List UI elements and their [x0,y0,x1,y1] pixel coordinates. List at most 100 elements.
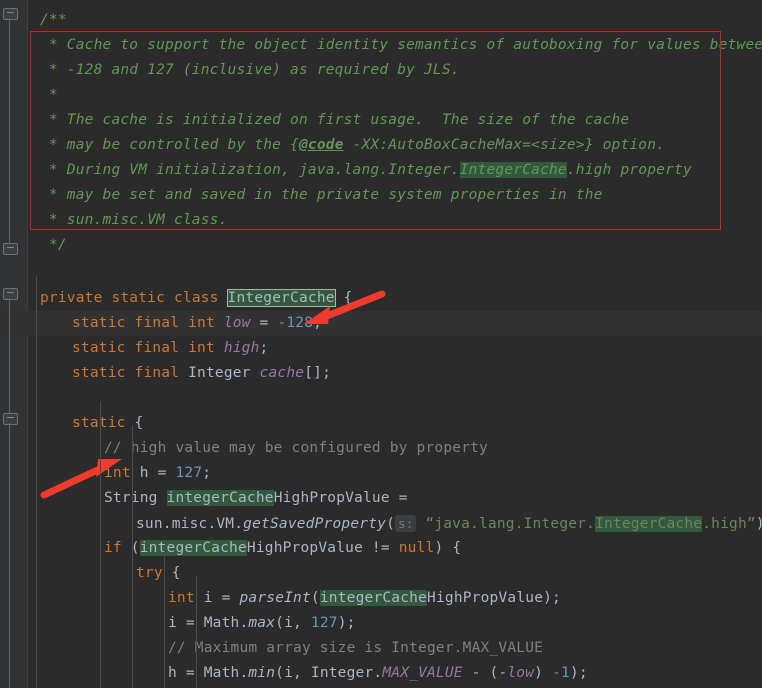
code-line[interactable]: private static class IntegerCache { [40,286,353,311]
indent-guide-2 [132,426,133,688]
code-line[interactable]: try { [136,561,181,586]
code-token: null [398,540,435,556]
code-token: static final int [72,340,224,356]
code-token: ) { [434,540,462,556]
code-line[interactable]: static final int high; [72,336,268,361]
code-token: int [168,590,204,606]
code-token: (i, Integer. [275,665,383,681]
code-token: * may be controlled by the { [40,137,299,153]
code-line[interactable]: * During VM initialization, java.lang.In… [40,158,692,183]
code-token: static final [72,365,189,381]
code-token: “java.lang.Integer. [416,516,596,532]
code-token: // Maximum array size is Integer.MAX_VAL… [168,640,544,656]
code-token: (i, [275,615,311,631]
code-line[interactable]: * may be set and saved in the private sy… [40,183,603,208]
code-token: * [40,87,58,103]
code-token: private static [40,290,174,306]
code-token: { [134,415,144,431]
code-token: []; [304,365,331,381]
code-line[interactable]: * may be controlled by the {@code -XX:Au… [40,133,665,158]
indent-guide-3 [164,551,165,688]
code-line[interactable]: * [40,83,58,108]
code-token: static final int [72,315,224,331]
code-token: int [104,465,140,481]
code-editor[interactable]: /** * Cache to support the object identi… [0,0,762,688]
code-line[interactable]: * -128 and 127 (inclusive) as required b… [40,58,460,83]
code-token: HighPropValue); [427,590,561,606]
code-token: low [507,665,535,681]
fold-marker-class[interactable]: − [3,242,18,255]
code-token: -128 [277,315,314,331]
code-token: s: [395,515,417,532]
code-line[interactable]: * sun.misc.VM class. [40,208,228,233]
code-line[interactable]: /** [40,8,67,33]
code-token: i = Math. [168,615,249,631]
code-token: .high property [566,162,692,178]
code-line[interactable]: // Maximum array size is Integer.MAX_VAL… [168,636,543,661]
fold-connector-1 [9,298,10,413]
code-token: * The cache is initialized on first usag… [40,112,630,128]
code-token: ) [534,665,553,681]
code-token: ; [202,465,212,481]
code-token: */ [40,237,67,253]
code-line[interactable]: * Cache to support the object identity s… [40,33,762,58]
code-token: if [104,540,131,556]
code-token: cache [259,365,305,381]
code-token: static [72,415,135,431]
code-token: -1 [552,665,570,681]
code-token: = [250,315,278,331]
code-token: getSavedProperty [243,516,387,532]
fold-marker-class-body[interactable]: − [3,287,18,300]
code-line[interactable]: h = Math.min(i, Integer.MAX_VALUE - (-lo… [168,661,588,686]
code-token: ( [310,590,320,606]
code-token: /** [40,12,67,28]
code-token: - (- [462,665,508,681]
code-token: String [104,490,167,506]
code-line[interactable]: static final int low = -128; [72,311,322,336]
indent-guide-0 [36,276,37,688]
code-token: ); [569,665,588,681]
code-line[interactable]: // high value may be configured by prope… [104,436,488,461]
fold-marker-javadoc[interactable]: − [3,7,18,20]
code-token: ( [386,516,395,532]
code-content[interactable]: /** * Cache to support the object identi… [28,0,762,688]
code-token: * During VM initialization, java.lang.In… [40,162,460,178]
code-token: MAX_VALUE [382,665,463,681]
code-token: 127 [175,465,203,481]
code-token: * may be set and saved in the private sy… [40,187,603,203]
fold-marker-static-block[interactable]: − [3,412,18,425]
code-token: try [136,565,172,581]
indent-guide-1 [100,401,101,688]
code-token: max [248,615,276,631]
code-line[interactable]: int i = parseInt(integerCacheHighPropVal… [168,586,561,611]
code-line[interactable]: * The cache is initialized on first usag… [40,108,629,133]
code-token: { [334,290,353,306]
code-token: sun.misc.VM. [136,516,244,532]
code-line[interactable]: sun.misc.VM.getSavedProperty(s: “java.la… [136,511,762,536]
code-token: ; [313,315,323,331]
code-token: * sun.misc.VM class. [40,212,228,228]
code-line[interactable]: String integerCacheHighPropValue = [104,486,408,511]
code-line[interactable]: static final Integer cache[]; [72,361,331,386]
code-line[interactable]: if (integerCacheHighPropValue != null) { [104,536,461,561]
code-token: // high value may be configured by prope… [104,440,488,456]
code-token: IntegerCache [595,516,703,532]
code-token: 127 [310,615,338,631]
code-token: integerCache [166,490,274,506]
code-token: ; [259,340,269,356]
code-token: Integer [188,365,260,381]
editor-gutter[interactable] [0,0,28,688]
code-token: i = [203,590,240,606]
code-token: .high” [702,516,756,532]
code-token: high [223,340,260,356]
code-token: min [248,665,276,681]
fold-connector-2 [9,423,10,688]
indent-guide-4 [196,576,197,688]
code-line[interactable]: */ [40,233,67,258]
code-line[interactable]: int h = 127; [104,461,211,486]
code-token: ); [756,516,762,532]
code-token: integerCache [319,590,428,606]
code-token: * Cache to support the object identity s… [40,37,762,53]
code-token: ); [337,615,356,631]
fold-connector-0 [9,18,10,243]
